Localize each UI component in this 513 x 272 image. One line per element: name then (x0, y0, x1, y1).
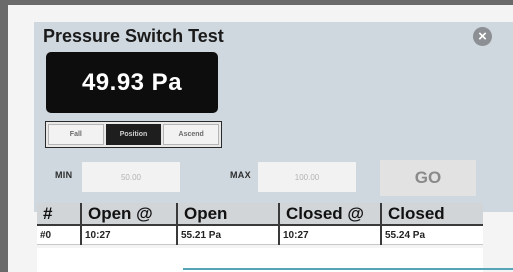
cell-closed: 55.24 Pa (380, 225, 483, 245)
column-header-open-at: Open @ (80, 203, 177, 226)
window-frame-left (0, 0, 8, 272)
pressure-readout: 49.93 Pa (46, 52, 218, 113)
close-icon: × (478, 28, 487, 45)
accent-divider (183, 268, 513, 270)
cell-index: #0 (37, 225, 81, 245)
cell-closed-at: 10:27 (278, 225, 381, 245)
go-button[interactable]: GO (380, 160, 476, 196)
mode-button-position[interactable]: Position (105, 124, 162, 145)
mode-button-fall[interactable]: Fall (48, 124, 104, 145)
cell-open-at: 10:27 (80, 225, 177, 245)
window-frame-top (0, 0, 513, 5)
table-row[interactable]: #0 10:27 55.21 Pa 10:27 55.24 Pa (37, 225, 483, 245)
pressure-value: 49.93 Pa (81, 68, 183, 96)
min-label: MIN (55, 170, 73, 180)
table-header-row: # Open @ Open Closed @ Closed (37, 203, 483, 226)
max-label: MAX (230, 170, 251, 180)
column-header-closed-at: Closed @ (278, 203, 381, 226)
min-input[interactable]: 50.00 (82, 162, 180, 192)
cell-open: 55.21 Pa (176, 225, 279, 245)
close-button[interactable]: × (473, 27, 492, 46)
column-header-closed: Closed (380, 203, 483, 226)
column-header-open: Open (176, 203, 279, 226)
mode-button-ascend[interactable]: Ascend (163, 124, 220, 145)
column-header-index: # (37, 203, 81, 226)
results-table: # Open @ Open Closed @ Closed #0 10:27 5… (37, 203, 483, 245)
dialog-title: Pressure Switch Test (43, 26, 224, 46)
max-input[interactable]: 100.00 (258, 162, 356, 192)
mode-selector: Fall Position Ascend (45, 121, 222, 148)
